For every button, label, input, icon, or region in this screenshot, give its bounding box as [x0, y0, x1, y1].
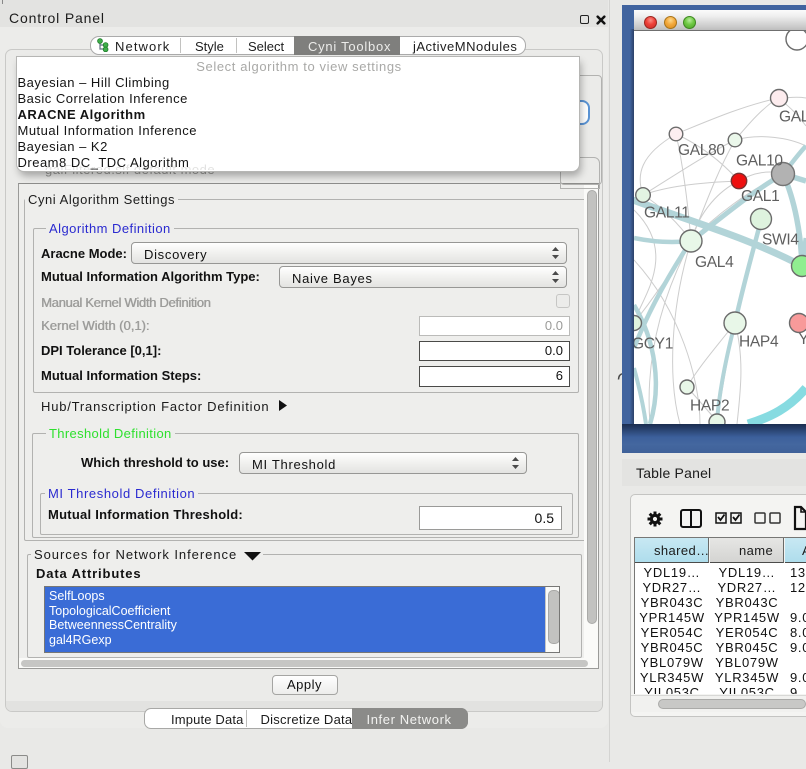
svg-text:HAP2: HAP2 — [690, 398, 729, 415]
svg-text:GAL1: GAL1 — [741, 188, 779, 205]
svg-text:GAL: GAL — [779, 109, 806, 126]
svg-text:SWI4: SWI4 — [762, 232, 799, 249]
svg-text:GAL4: GAL4 — [695, 254, 734, 271]
svg-text:GAL11: GAL11 — [644, 205, 690, 222]
svg-text:GCY1: GCY1 — [634, 336, 673, 353]
svg-text:GAL80: GAL80 — [678, 142, 725, 159]
svg-text:HAP4: HAP4 — [739, 334, 779, 351]
svg-text:GAL10: GAL10 — [736, 153, 783, 170]
svg-text:Y: Y — [799, 331, 806, 348]
